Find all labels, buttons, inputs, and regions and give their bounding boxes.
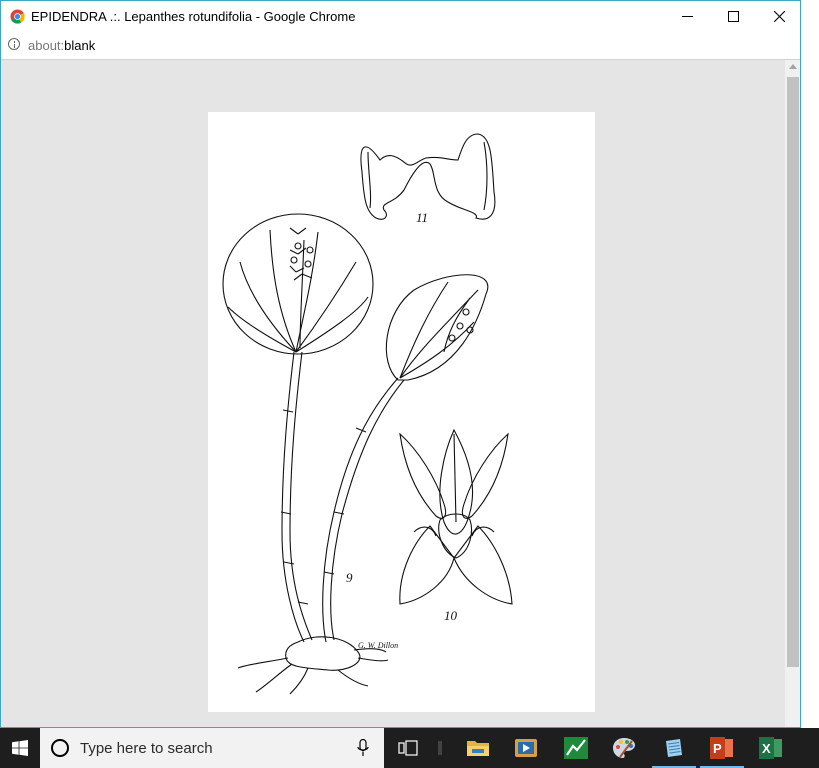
maximize-button[interactable] bbox=[710, 1, 756, 32]
figure-11-label: 11 bbox=[416, 210, 428, 225]
address-bar[interactable]: about:blank bbox=[1, 32, 800, 60]
search-placeholder: Type here to search bbox=[80, 740, 213, 757]
info-icon[interactable] bbox=[8, 38, 20, 50]
close-button[interactable] bbox=[756, 1, 800, 32]
scroll-thumb[interactable] bbox=[787, 77, 799, 667]
powerpoint-button[interactable]: P bbox=[698, 728, 746, 768]
file-explorer-button[interactable] bbox=[454, 728, 502, 768]
window-title: EPIDENDRA .:. Lepanthes rotundifolia - G… bbox=[31, 9, 356, 24]
powerpoint-icon: P bbox=[710, 737, 733, 759]
taskbar: Type here to search P X bbox=[0, 728, 819, 768]
page-viewport: 11 9 G. W. Dillon 10 bbox=[1, 60, 785, 727]
vertical-scrollbar[interactable] bbox=[785, 60, 800, 727]
taskbar-separator bbox=[438, 741, 442, 755]
scroll-up-arrow-icon[interactable] bbox=[789, 64, 797, 69]
artist-signature: G. W. Dillon bbox=[358, 641, 398, 650]
start-button[interactable] bbox=[0, 728, 40, 768]
figure-9-label: 9 bbox=[346, 570, 353, 585]
minimize-button[interactable] bbox=[664, 1, 710, 32]
stock-chart-icon bbox=[564, 737, 588, 759]
url-text[interactable]: about:blank bbox=[28, 38, 95, 53]
maximize-icon bbox=[727, 11, 739, 22]
figure-11-drawing bbox=[360, 133, 496, 220]
figure-10-label: 10 bbox=[444, 608, 458, 623]
browser-window: EPIDENDRA .:. Lepanthes rotundifolia - G… bbox=[0, 0, 801, 728]
stock-chart-app-button[interactable] bbox=[552, 728, 600, 768]
svg-text:P: P bbox=[713, 741, 722, 756]
media-player-button[interactable] bbox=[502, 728, 550, 768]
excel-button[interactable]: X bbox=[747, 728, 795, 768]
task-view-icon[interactable] bbox=[398, 738, 418, 758]
windows-logo-icon bbox=[12, 740, 28, 756]
url-path: blank bbox=[64, 38, 96, 53]
figure-10-drawing bbox=[399, 428, 513, 605]
paint-button[interactable] bbox=[600, 728, 648, 768]
taskbar-search-box[interactable]: Type here to search bbox=[40, 728, 384, 768]
url-scheme: about: bbox=[28, 38, 65, 53]
chrome-logo-icon bbox=[10, 9, 25, 24]
cortana-icon bbox=[51, 739, 69, 757]
microphone-icon[interactable] bbox=[357, 739, 369, 757]
folder-icon bbox=[467, 741, 489, 756]
notepad-button[interactable] bbox=[650, 728, 698, 768]
notepad-icon bbox=[666, 739, 682, 757]
svg-text:X: X bbox=[762, 741, 771, 756]
close-icon bbox=[773, 11, 785, 22]
media-player-icon bbox=[515, 739, 537, 757]
title-bar[interactable]: EPIDENDRA .:. Lepanthes rotundifolia - G… bbox=[1, 1, 800, 32]
paint-palette-icon bbox=[613, 738, 635, 758]
orchid-illustration: 11 9 G. W. Dillon 10 bbox=[208, 112, 595, 712]
excel-icon: X bbox=[759, 737, 782, 759]
minimize-icon bbox=[681, 16, 693, 17]
